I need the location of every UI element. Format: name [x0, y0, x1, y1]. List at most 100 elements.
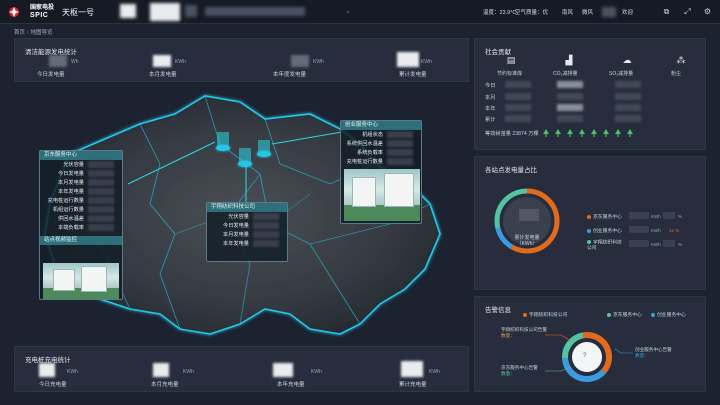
legend-yuxiang[interactable]: 宇翔纺织科技公司: [587, 240, 625, 252]
tree-icon: [555, 129, 561, 137]
tree-icon: [567, 129, 573, 137]
year-gen-value: [291, 55, 309, 67]
popup-jd-row: 本年发电量: [40, 187, 122, 196]
social-cell: [557, 81, 583, 88]
legend-jingdong[interactable]: 京东服务中心: [587, 213, 622, 220]
popup-yx-row: 本年发电量: [207, 239, 287, 248]
total-charge-unit: KWh: [429, 369, 440, 375]
station-marker-1[interactable]: [216, 132, 230, 151]
year-gen-unit: KWh: [313, 59, 324, 65]
popup-jd-title: 京东服务中心: [40, 151, 122, 160]
tree-icon: [603, 129, 609, 137]
welcome-text: 欢迎: [622, 10, 634, 16]
social-row-year: 本年: [485, 106, 496, 112]
chevron-down-icon[interactable]: ⌄: [345, 7, 351, 15]
popup-cy-row: 充电桩运行数量: [341, 157, 421, 166]
popup-jd-row: 本月发电量: [40, 178, 122, 187]
station-marker-2[interactable]: [238, 148, 252, 167]
legend-jingdong-pct: [663, 212, 675, 219]
legend-jingdong-pct-unit: %: [678, 214, 683, 219]
total-gen-value: [397, 52, 419, 67]
map-area[interactable]: 京东服务中心 光伏容量 今日发电量 本月发电量 本年发电量 充电桩运行数量 机组…: [10, 84, 470, 344]
breadcrumb-home[interactable]: 首页: [14, 30, 25, 36]
today-charge-value: [39, 363, 55, 377]
social-cell: [615, 81, 641, 88]
legend-chuangye[interactable]: 创业服务中心: [587, 227, 622, 234]
breadcrumb-current: 地图导览: [30, 30, 53, 36]
header-blurred-block-1: [120, 4, 136, 18]
popup-yx-row: 今日发电量: [207, 221, 287, 230]
popup-yx-row: 光伏容量: [207, 212, 287, 221]
station-share-panel: 各站点发电量占比 累计发电量 （KWh） 京东服务中心 KWh % 创业服务中心…: [474, 156, 706, 290]
month-charge-value: [153, 363, 169, 377]
popup-cy-row: 机组状态: [341, 130, 421, 139]
so2-icon: ☁: [622, 55, 632, 65]
popup-cy-row: 系统供回水温差: [341, 139, 421, 148]
alarm-leader-lines: [545, 334, 633, 372]
month-charge-unit: KWh: [183, 369, 194, 375]
charging-panel: 充电桩充电统计 KWh 今日充电量 KWh 本月充电量 KWh 本年充电量 KW…: [14, 346, 469, 392]
fullscreen-icon[interactable]: ⤢: [683, 7, 692, 16]
user-avatar[interactable]: [602, 7, 616, 17]
social-cell: [615, 115, 641, 122]
social-contribution-panel: 社会贡献 ▤ 节约标准煤 ▟ CO₂减排量 ☁ SO₂减排量 ⁂ 粉尘 今日 本…: [474, 38, 706, 150]
popup-jd-row: 充电桩运行数量: [40, 196, 122, 205]
total-charge-label: 累计充电量: [399, 382, 427, 388]
popup-chuangye-center[interactable]: 创业服务中心 机组状态 系统供回水温差 系统负载率 充电桩运行数量: [340, 120, 422, 224]
legend-yuxiang-pct: [663, 240, 675, 247]
air-quality-text: 空气质量：优: [515, 10, 549, 16]
popup-jd-row: 本端负载率: [40, 223, 122, 232]
social-cell: [505, 93, 531, 100]
today-charge-unit: KWh: [67, 369, 78, 375]
today-gen-label: 今日发电量: [37, 72, 65, 78]
tree-icon: [591, 129, 597, 137]
screenshot-icon[interactable]: ⧉: [662, 7, 671, 16]
year-gen-label: 本年度发电量: [273, 72, 307, 78]
month-gen-value: [153, 55, 171, 67]
social-row-today: 今日: [485, 83, 496, 89]
popup-yx-row: 本月发电量: [207, 230, 287, 239]
settings-icon[interactable]: ⚙: [703, 7, 712, 16]
popup-jd-row: 光伏容量: [40, 160, 122, 169]
social-cell: [557, 104, 583, 111]
popup-jd-video-caption: 站点视频监控: [40, 236, 122, 245]
coal-icon: ▤: [506, 55, 516, 65]
breadcrumb: 首页 / 地图导览: [14, 30, 53, 36]
trees-equivalent: 等效树苗量 23874 万棵: [485, 131, 539, 137]
header-blurred-block-2[interactable]: [150, 3, 180, 21]
popup-cy-row: 系统负载率: [341, 148, 421, 157]
legend-yuxiang-value: [629, 240, 649, 247]
year-charge-label: 本年充电量: [277, 382, 305, 388]
popup-cy-title: 创业服务中心: [341, 121, 421, 130]
social-cell: [505, 104, 531, 111]
tree-icon: [543, 129, 549, 137]
legend-jingdong-value: [629, 212, 649, 219]
legend-jingdong-unit: KWh: [651, 214, 661, 219]
popup-cy-video-feed[interactable]: [344, 169, 420, 221]
donut-center-label: 累计发电量 （KWh）: [514, 235, 540, 247]
alarm-panel: 告警信息 宇翔纺织科技公司 京东服务中心 创业服务中心 ? 宇翔纺织科技公司告警…: [474, 296, 706, 392]
month-gen-label: 本月发电量: [149, 72, 177, 78]
top-header: 国家电投 SPIC 天枢一号 ⌄ 温度：23.9°C 空气质量：优 南风 微风 …: [0, 0, 720, 24]
total-charge-value: [401, 361, 423, 377]
spic-logo: [9, 7, 19, 17]
year-charge-value: [273, 363, 293, 377]
total-gen-label: 累计发电量: [399, 72, 427, 78]
social-cell: [505, 81, 531, 88]
popup-yuxiang-textile[interactable]: 宇翔纺织科技公司 光伏容量 今日发电量 本月发电量 本年发电量: [206, 202, 288, 262]
station-marker-3[interactable]: [257, 140, 271, 157]
year-charge-unit: KWh: [311, 369, 322, 375]
header-blurred-block-4: [205, 7, 305, 16]
today-gen-value: [49, 55, 67, 67]
app-title: 天枢一号: [62, 8, 94, 17]
popup-jd-video-feed[interactable]: [43, 263, 119, 299]
popup-jingdong-center[interactable]: 京东服务中心 光伏容量 今日发电量 本月发电量 本年发电量 充电桩运行数量 机组…: [39, 150, 123, 300]
social-cell: [557, 93, 583, 100]
legend-chuangye-value: [629, 226, 649, 233]
popup-yx-title: 宇翔纺织科技公司: [207, 203, 287, 212]
social-cell: [615, 93, 641, 100]
brand-wordmark: 国家电投 SPIC: [30, 5, 55, 19]
wind-direction-text: 南风: [562, 10, 574, 16]
temperature-text: 温度：23.9°C: [483, 10, 517, 16]
dust-icon: ⁂: [676, 55, 686, 65]
